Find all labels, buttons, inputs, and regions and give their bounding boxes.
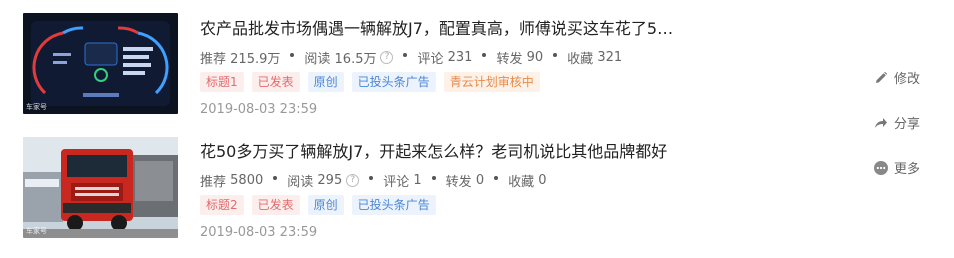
share-label: 分享 (894, 117, 921, 132)
tag-published: 已发表 (251, 72, 300, 92)
dot-separator (482, 52, 487, 57)
dashboard-image (23, 13, 178, 114)
article-item[interactable]: 车家号 农产品批发市场偶遇一辆解放J7，配置真高，师傅说买这车花了5… 推荐 2… (0, 0, 860, 118)
stat-label: 阅读 (304, 52, 331, 67)
thumbnail-watermark: 车家号 (26, 103, 47, 111)
dot-separator (431, 175, 436, 180)
stat-favorite: 收藏 0 (508, 171, 546, 190)
more-dots-icon (874, 160, 888, 175)
stat-value: 90 (526, 50, 544, 65)
stat-label: 评论 (383, 175, 410, 190)
dot-separator (273, 175, 278, 180)
stat-label: 阅读 (287, 175, 314, 190)
stat-recommend: 推荐 5800 (200, 171, 263, 190)
stat-label: 收藏 (567, 52, 594, 67)
stat-label: 转发 (496, 52, 523, 67)
tag-published: 已发表 (251, 195, 300, 215)
tag-original: 原创 (307, 72, 344, 92)
dot-separator (403, 52, 408, 57)
stat-value: 295 (317, 173, 343, 188)
stat-value: 215.9万 (230, 52, 281, 67)
share-arrow-icon (875, 117, 887, 128)
dot-separator (369, 175, 374, 180)
article-thumbnail[interactable]: 车家号 (23, 13, 178, 114)
edit-button[interactable]: 修改 (874, 68, 920, 87)
stat-label: 推荐 (200, 52, 227, 67)
stat-repost: 转发 90 (496, 48, 543, 67)
stat-value: 5800 (230, 173, 264, 188)
stat-value: 231 (447, 50, 473, 65)
stat-label: 转发 (445, 175, 472, 190)
stat-comment: 评论 231 (417, 48, 472, 67)
stat-read: 阅读 295 ? (287, 171, 360, 190)
tag-title: 标题2 (200, 195, 244, 215)
stat-value: 0 (538, 173, 547, 188)
more-button[interactable]: 更多 (874, 158, 920, 177)
dot-separator (553, 52, 558, 57)
stat-recommend: 推荐 215.9万 (200, 48, 280, 67)
article-title[interactable]: 农产品批发市场偶遇一辆解放J7，配置真高，师傅说买这车花了5… (200, 15, 673, 39)
thumbnail-watermark: 车家号 (26, 227, 47, 235)
stat-label: 评论 (417, 52, 444, 67)
stat-read: 阅读 16.5万 ? (304, 48, 394, 67)
help-circle-icon[interactable]: ? (380, 51, 394, 64)
publish-date: 2019-08-03 23:59 (200, 225, 318, 240)
help-circle-icon[interactable]: ? (346, 174, 360, 187)
tag-original: 原创 (307, 195, 344, 215)
stat-favorite: 收藏 321 (567, 48, 622, 67)
tag-qingyun: 青云计划审核中 (443, 72, 540, 92)
article-tags: 标题2 已发表 原创 已投头条广告 (200, 195, 444, 215)
tag-title: 标题1 (200, 72, 244, 92)
stat-comment: 评论 1 (383, 171, 421, 190)
article-stats: 推荐 215.9万 阅读 16.5万 ? 评论 231 转发 90 收藏 321 (200, 48, 622, 67)
tag-ads: 已投头条广告 (351, 195, 436, 215)
stat-value: 321 (597, 50, 623, 65)
stat-value: 0 (475, 173, 485, 188)
dot-separator (290, 52, 295, 57)
dot-separator (494, 175, 499, 180)
stat-value: 16.5万 (334, 52, 377, 67)
edit-label: 修改 (894, 72, 921, 87)
article-title[interactable]: 花50多万买了辆解放J7，开起来怎么样？老司机说比其他品牌都好 (200, 138, 667, 162)
truck-image (23, 137, 178, 238)
stat-label: 推荐 (200, 175, 227, 190)
pencil-icon (876, 71, 888, 83)
more-label: 更多 (894, 162, 921, 177)
article-item[interactable]: 车家号 花50多万买了辆解放J7，开起来怎么样？老司机说比其他品牌都好 推荐 5… (0, 127, 860, 245)
stat-label: 收藏 (508, 175, 535, 190)
article-thumbnail[interactable]: 车家号 (23, 137, 178, 238)
tag-ads: 已投头条广告 (351, 72, 436, 92)
publish-date: 2019-08-03 23:59 (200, 102, 318, 117)
stat-value: 1 (413, 173, 422, 188)
article-stats: 推荐 5800 阅读 295 ? 评论 1 转发 0 收藏 0 (200, 171, 547, 190)
stat-repost: 转发 0 (446, 171, 484, 190)
article-tags: 标题1 已发表 原创 已投头条广告 青云计划审核中 (200, 72, 548, 92)
share-button[interactable]: 分享 (874, 113, 920, 132)
